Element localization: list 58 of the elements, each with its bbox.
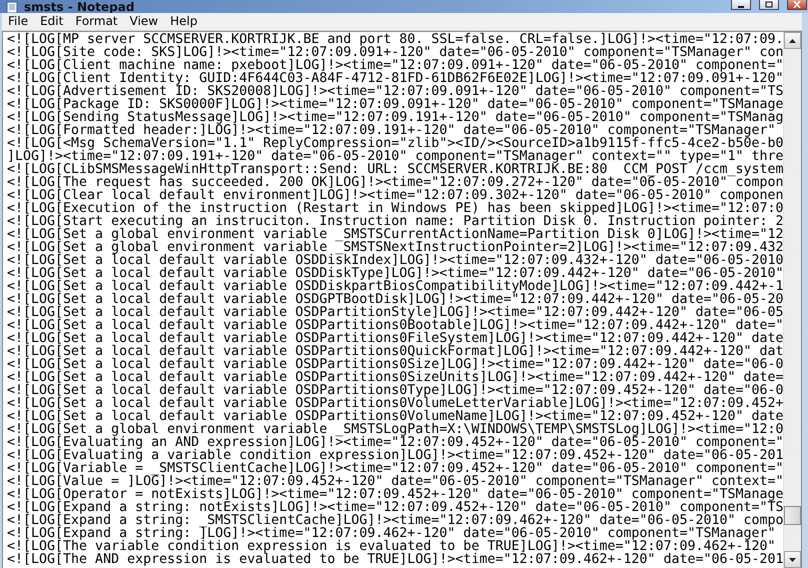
close-button[interactable] bbox=[787, 0, 807, 10]
minimize-button[interactable] bbox=[731, 0, 751, 10]
vertical-scrollbar[interactable] bbox=[783, 32, 801, 568]
log-line: <![LOG[Set a local default variable OSDPartitions0Bootable]LOG]!><time="12:07:09.442+-120" date=" bbox=[7, 319, 783, 332]
log-line: <![LOG[Evaluating an AND expression]LOG]!><time="12:07:09.452+-120" date="06-05-2010" component=" bbox=[7, 436, 783, 449]
log-line: <![LOG[Set a local default variable OSDPartitions0Type]LOG]!><time="12:07:09.452+-120" date="06-0 bbox=[7, 384, 783, 397]
log-line: <![LOG[Expand a string: notExists]LOG]!><time="12:07:09.452+-120" date="06-05-2010" component="TS bbox=[7, 501, 783, 514]
menu-item[interactable]: View bbox=[124, 13, 164, 30]
window-title: smsts - Notepad bbox=[24, 0, 136, 14]
log-line: <![LOG[Sending StatusMessage]LOG]!><time="12:07:09.191+-120" date="06-05-2010" component="TSManag bbox=[7, 111, 783, 124]
up-arrow-icon bbox=[789, 38, 796, 42]
log-line: <![LOG[Expand a string: _SMSTSClientCache]LOG]!><time="12:07:09.462+-120" date="06-05-2010" compo bbox=[7, 514, 783, 527]
log-line: <![LOG[Value = ]LOG]!><time="12:07:09.452+-120" date="06-05-2010" component="TSManager" context=" bbox=[7, 475, 783, 488]
scroll-thumb[interactable] bbox=[784, 506, 801, 525]
log-line: <![LOG[Operator = notExists]LOG]!><time="12:07:09.452+-120" date="06-05-2010" component="TSManage bbox=[7, 488, 783, 501]
log-line: <![LOG[Set a local default variable OSDDiskpartBiosCompatibilityMode]LOG]!><time="12:07:09.442+-1 bbox=[7, 280, 783, 293]
log-line: <![LOG[Evaluating a variable condition expression]LOG]!><time="12:07:09.452+-120" date="06-05-201 bbox=[7, 449, 783, 462]
down-arrow-icon bbox=[789, 558, 796, 562]
log-line: <![LOG[Execution of the instruction (Restart in Windows PE) has been skipped]LOG]!><time="12:07:0 bbox=[7, 202, 783, 215]
log-line: <![LOG[Set a local default variable OSDDiskIndex]LOG]!><time="12:07:09.432+-120" date="06-05-2010 bbox=[7, 254, 783, 267]
log-line: <![LOG[Expand a string: ]LOG]!><time="12:07:09.462+-120" date="06-05-2010" component="TSManager" bbox=[7, 527, 776, 540]
log-line: <![LOG[Client Identity: GUID:4F644C03-A84F-4712-81FD-61DB62F6E02E]LOG]!><time="12:07:09.091+-120" bbox=[7, 72, 783, 85]
log-line: <![LOG[MP server SCCMSERVER.KORTRIJK.BE and port 80. SSL=false. CRL=false.]LOG]!><time="12:07:09. bbox=[7, 33, 783, 46]
log-line: <![LOG[The variable condition expression is evaluated to be TRUE]LOG]!><time="12:07:09.462+-120" bbox=[7, 540, 776, 553]
log-line: <![LOG[Set a local default variable OSDPartitions0SizeUnits]LOG]!><time="12:07:09.442+-120" date= bbox=[7, 371, 783, 384]
log-line: <![LOG[The request has succeeded. 200 OK]LOG]!><time="12:07:09.272+-120" date="06-05-2010" compon bbox=[7, 176, 783, 189]
log-line: <![LOG[<Msg SchemaVersion="1.1" ReplyCompression="zlib"><ID/><SourceID>a1b9115f-ffc5-4ce2-b50e-b0 bbox=[7, 137, 783, 150]
log-line: <![LOG[Set a local default variable OSDPartitions0VolumeLetterVariable]LOG]!><time="12:07:09.452+ bbox=[7, 397, 783, 410]
menu-item[interactable]: Edit bbox=[34, 13, 70, 30]
log-line: <![LOG[Set a local default variable OSDPartitions0Size]LOG]!><time="12:07:09.442+-120" date="06-0 bbox=[7, 358, 783, 371]
log-line: <![LOG[Set a global environment variable _SMSTSNextInstructionPointer=2]LOG]!><time="12:07:09.432 bbox=[7, 241, 783, 254]
log-line: <![LOG[The AND expression is evaluated to be TRUE]LOG]!><time="12:07:09.462+-120" date="06-05-201 bbox=[7, 553, 783, 566]
scroll-up-button[interactable] bbox=[784, 32, 801, 49]
log-line: <![LOG[Set a global environment variable _SMSTSLogPath=X:\WINDOWS\TEMP\SMSTSLog]LOG]!><time="12:0 bbox=[7, 423, 783, 436]
log-line: <![LOG[Set a global environment variable _SMSTSCurrentActionName=Partition Disk 0]LOG]!><time="12 bbox=[7, 228, 783, 241]
log-line: <![LOG[Client machine name: pxeboot]LOG]!><time="12:07:09.091+-120" date="06-05-2010" component=" bbox=[7, 59, 783, 72]
log-line: <![LOG[Formatted header:]LOG]!><time="12:07:09.191+-120" date="06-05-2010" component="TSManager" bbox=[7, 124, 776, 137]
menu-item[interactable]: Help bbox=[164, 13, 204, 30]
menu-item[interactable]: File bbox=[2, 13, 34, 30]
log-line: <![LOG[Variable = _SMSTSClientCache]LOG]!><time="12:07:09.452+-120" date="06-05-2010" component=" bbox=[7, 462, 783, 475]
maximize-icon bbox=[765, 1, 773, 8]
log-line: <![LOG[Set a local default variable OSDPartitions0FileSystem]LOG]!><time="12:07:09.442+-120" date bbox=[7, 332, 783, 345]
log-line: <![LOG[Set a local default variable OSDPartitions0QuickFormat]LOG]!><time="12:07:09.442+-120" dat bbox=[7, 345, 783, 358]
log-line: <![LOG[Site code: SKS]LOG]!><time="12:07:09.091+-120" date="06-05-2010" component="TSManager" con bbox=[7, 46, 783, 59]
maximize-button[interactable] bbox=[759, 0, 779, 10]
log-line: <![LOG[Set a local default variable OSDGPTBootDisk]LOG]!><time="12:07:09.442+-120" date="06-05-20 bbox=[7, 293, 783, 306]
scroll-down-button[interactable] bbox=[784, 551, 801, 568]
menu-item[interactable]: Format bbox=[69, 13, 124, 30]
log-line: <![LOG[Start executing an instruciton. Instruction name: Partition Disk 0. Instruction pointer: 2 bbox=[7, 215, 783, 228]
log-line: <![LOG[Set a local default variable OSDPartitionStyle]LOG]!><time="12:07:09.442+-120" date="06-05 bbox=[7, 306, 783, 319]
log-line: <![LOG[Set a local default variable OSDPartitions0VolumeName]LOG]!><time="12:07:09.452+-120" date bbox=[7, 410, 783, 423]
log-line: ]LOG]!><time="12:07:09.191+-120" date="06-05-2010" component="TSManager" context="" type="1" thre bbox=[7, 150, 783, 163]
log-line: <![LOG[Clear local default environment]LOG]!><time="12:07:09.302+-120" date="06-05-2010" componen bbox=[7, 189, 783, 202]
log-line: <![LOG[Advertisement ID: SKS20008]LOG]!><time="12:07:09.091+-120" date="06-05-2010" component="TS bbox=[7, 85, 783, 98]
log-line: <![LOG[Package ID: SKS0000F]LOG]!><time="12:07:09.091+-120" date="06-05-2010" component="TSManage bbox=[7, 98, 783, 111]
log-line: <![LOG[Set a local default variable OSDDiskType]LOG]!><time="12:07:09.442+-120" date="06-05-2010" bbox=[7, 267, 783, 280]
close-icon bbox=[793, 1, 801, 8]
log-line: <![LOG[CLibSMSMessageWinHttpTransport::Send: URL: SCCMSERVER.KORTRIJK.BE:80 CCM_POST /ccm_system bbox=[7, 163, 783, 176]
